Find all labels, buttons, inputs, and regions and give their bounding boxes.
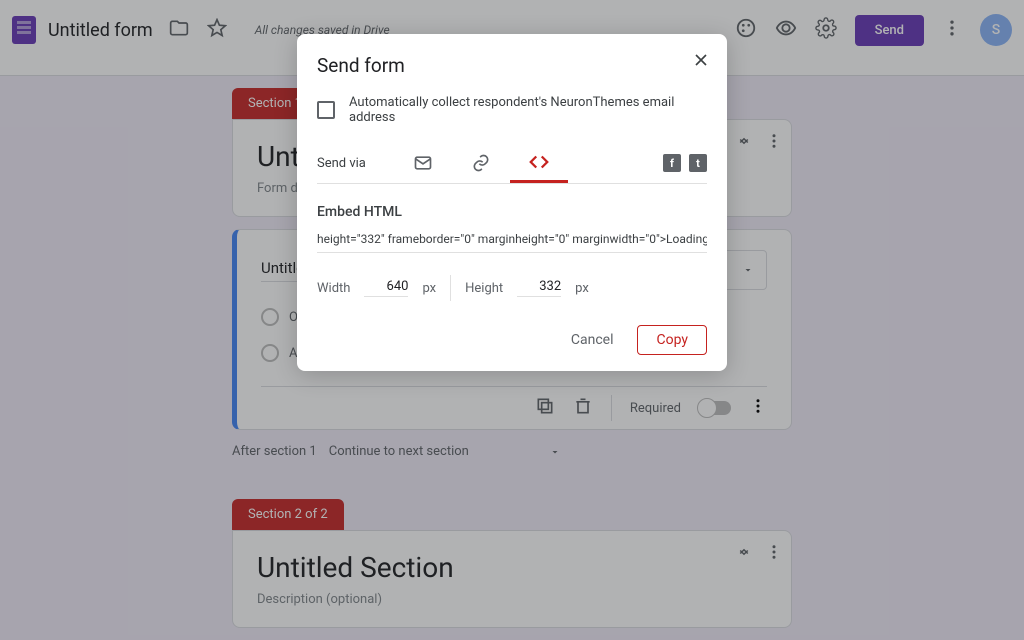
close-icon[interactable]	[691, 50, 711, 74]
collect-email-checkbox[interactable]	[317, 101, 335, 119]
facebook-icon[interactable]: f	[663, 154, 681, 172]
tab-embed[interactable]	[510, 143, 568, 183]
width-unit: px	[422, 281, 436, 296]
dimensions-row: Width 640 px Height 332 px	[317, 275, 707, 301]
send-via-label: Send via	[317, 156, 366, 171]
width-input[interactable]: 640	[364, 279, 408, 297]
height-label: Height	[465, 281, 503, 296]
send-via-tabs: Send via f t	[317, 143, 707, 184]
tab-email[interactable]	[394, 143, 452, 183]
tab-link[interactable]	[452, 143, 510, 183]
height-input[interactable]: 332	[517, 279, 561, 297]
embed-code-field[interactable]: height="332" frameborder="0" marginheigh…	[317, 232, 707, 253]
divider	[450, 275, 451, 301]
send-form-dialog: Send form Automatically collect responde…	[297, 34, 727, 371]
collect-email-row[interactable]: Automatically collect respondent's Neuro…	[317, 95, 707, 125]
dialog-title: Send form	[317, 54, 707, 77]
width-label: Width	[317, 281, 350, 296]
embed-title: Embed HTML	[317, 204, 707, 220]
twitter-icon[interactable]: t	[689, 154, 707, 172]
copy-button[interactable]: Copy	[637, 325, 707, 355]
cancel-button[interactable]: Cancel	[561, 326, 624, 354]
dialog-actions: Cancel Copy	[317, 325, 707, 355]
height-unit: px	[575, 281, 589, 296]
collect-email-label: Automatically collect respondent's Neuro…	[349, 95, 707, 125]
social-share: f t	[663, 154, 707, 172]
